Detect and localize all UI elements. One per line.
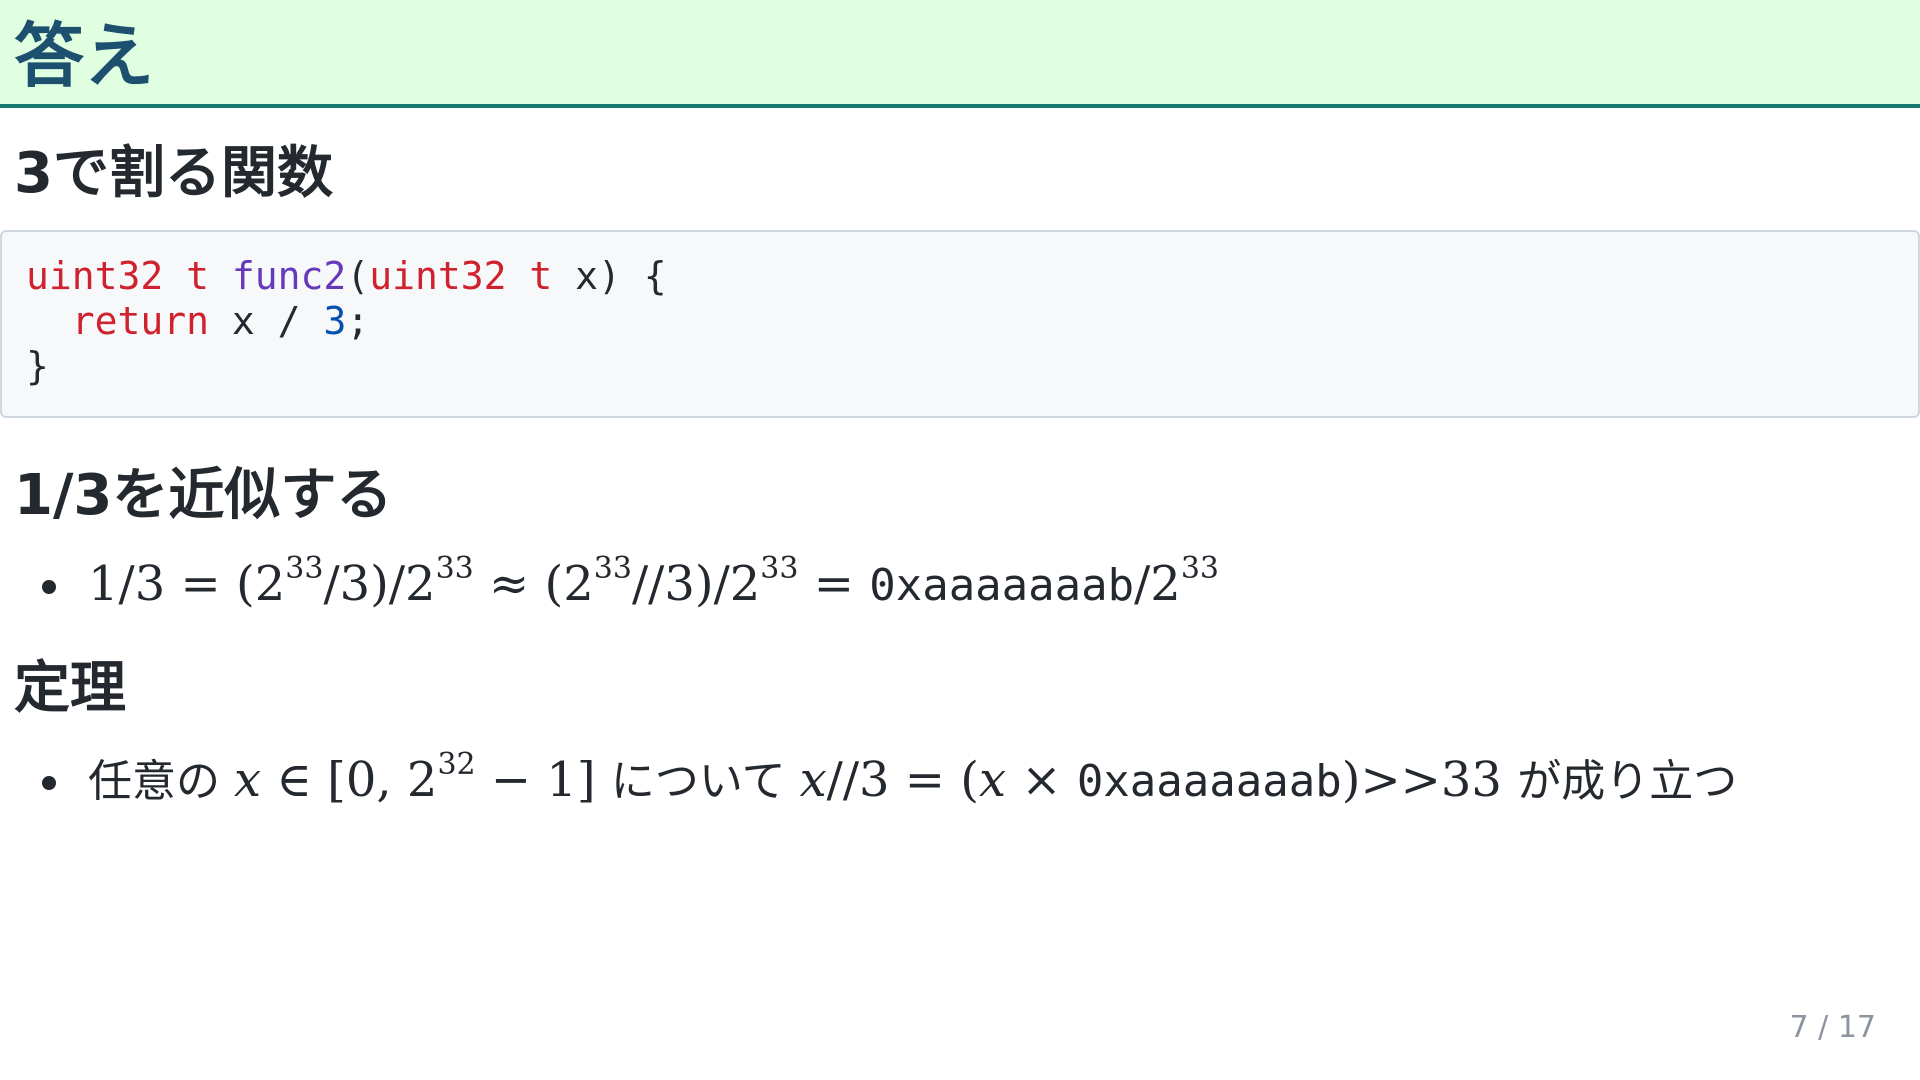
theorem-math: )>>33 bbox=[1341, 752, 1518, 808]
theorem-math: ∈ [0, 2 bbox=[261, 752, 438, 808]
section-heading-theorem: 定理 bbox=[14, 656, 126, 721]
theorem-text: 任意の bbox=[88, 756, 234, 807]
theorem-list: 任意の x ∈ [0, 232 − 1] について x//3 = (x × 0x… bbox=[0, 750, 1737, 812]
code-param-type: uint32 t bbox=[369, 254, 553, 298]
code-line-1: uint32 t func2(uint32 t x) { bbox=[26, 254, 667, 298]
code-type: uint32 t bbox=[26, 254, 210, 298]
code-expression: x / bbox=[209, 299, 324, 343]
code-return-keyword: return bbox=[71, 299, 210, 343]
theorem-math: − 1] bbox=[475, 752, 611, 808]
theorem-text: が成り立つ bbox=[1517, 756, 1738, 807]
theorem-text: について bbox=[610, 756, 800, 807]
code-line-2: return x / 3; bbox=[26, 299, 369, 343]
theorem-hex-constant: 0xaaaaaaab bbox=[1076, 756, 1342, 807]
formula-exponent: 33 bbox=[1180, 551, 1220, 586]
formula-part: 1/3 = (2 bbox=[88, 556, 286, 612]
formula-exponent: 33 bbox=[760, 551, 799, 586]
formula-part: /2 bbox=[1134, 556, 1181, 612]
math-variable: x bbox=[799, 752, 827, 808]
theorem-statement: 任意の x ∈ [0, 232 − 1] について x//3 = (x × 0x… bbox=[0, 750, 1737, 812]
slide-header: 答え bbox=[0, 0, 1920, 108]
code-semicolon: ; bbox=[346, 299, 370, 343]
code-number: 3 bbox=[323, 299, 347, 343]
formula-hex-constant: 0xaaaaaaab bbox=[869, 560, 1135, 611]
code-line1-rest: x) { bbox=[552, 254, 667, 298]
formula-part: /3)/2 bbox=[323, 556, 436, 612]
slide-title: 答え bbox=[14, 15, 154, 97]
formula-part: //3)/2 bbox=[631, 556, 761, 612]
theorem-math: //3 = ( bbox=[826, 752, 979, 808]
code-paren: ( bbox=[346, 254, 370, 298]
approximation-list: 1/3 = (233/3)/233 ≈ (233//3)/233 = 0xaaa… bbox=[0, 554, 1219, 616]
code-function-name: func2 bbox=[231, 254, 347, 298]
formula-exponent: 33 bbox=[285, 551, 324, 586]
math-variable: x bbox=[979, 752, 1007, 808]
theorem-exponent: 32 bbox=[437, 747, 476, 782]
page-indicator: 7 / 17 bbox=[1789, 1010, 1876, 1045]
section-heading-divide-function: 3で割る関数 bbox=[14, 141, 333, 206]
approximation-formula: 1/3 = (233/3)/233 ≈ (233//3)/233 = 0xaaa… bbox=[0, 554, 1219, 616]
formula-exponent: 33 bbox=[435, 551, 474, 586]
code-line-3: } bbox=[26, 344, 49, 388]
theorem-math: × bbox=[1006, 752, 1077, 808]
formula-exponent: 33 bbox=[593, 551, 632, 586]
formula-part: = bbox=[798, 556, 870, 612]
section-heading-approximation: 1/3を近似する bbox=[14, 463, 393, 528]
code-block: uint32 t func2(uint32 t x) { return x / … bbox=[0, 230, 1920, 418]
math-variable: x bbox=[234, 752, 262, 808]
formula-part: ≈ (2 bbox=[473, 556, 594, 612]
